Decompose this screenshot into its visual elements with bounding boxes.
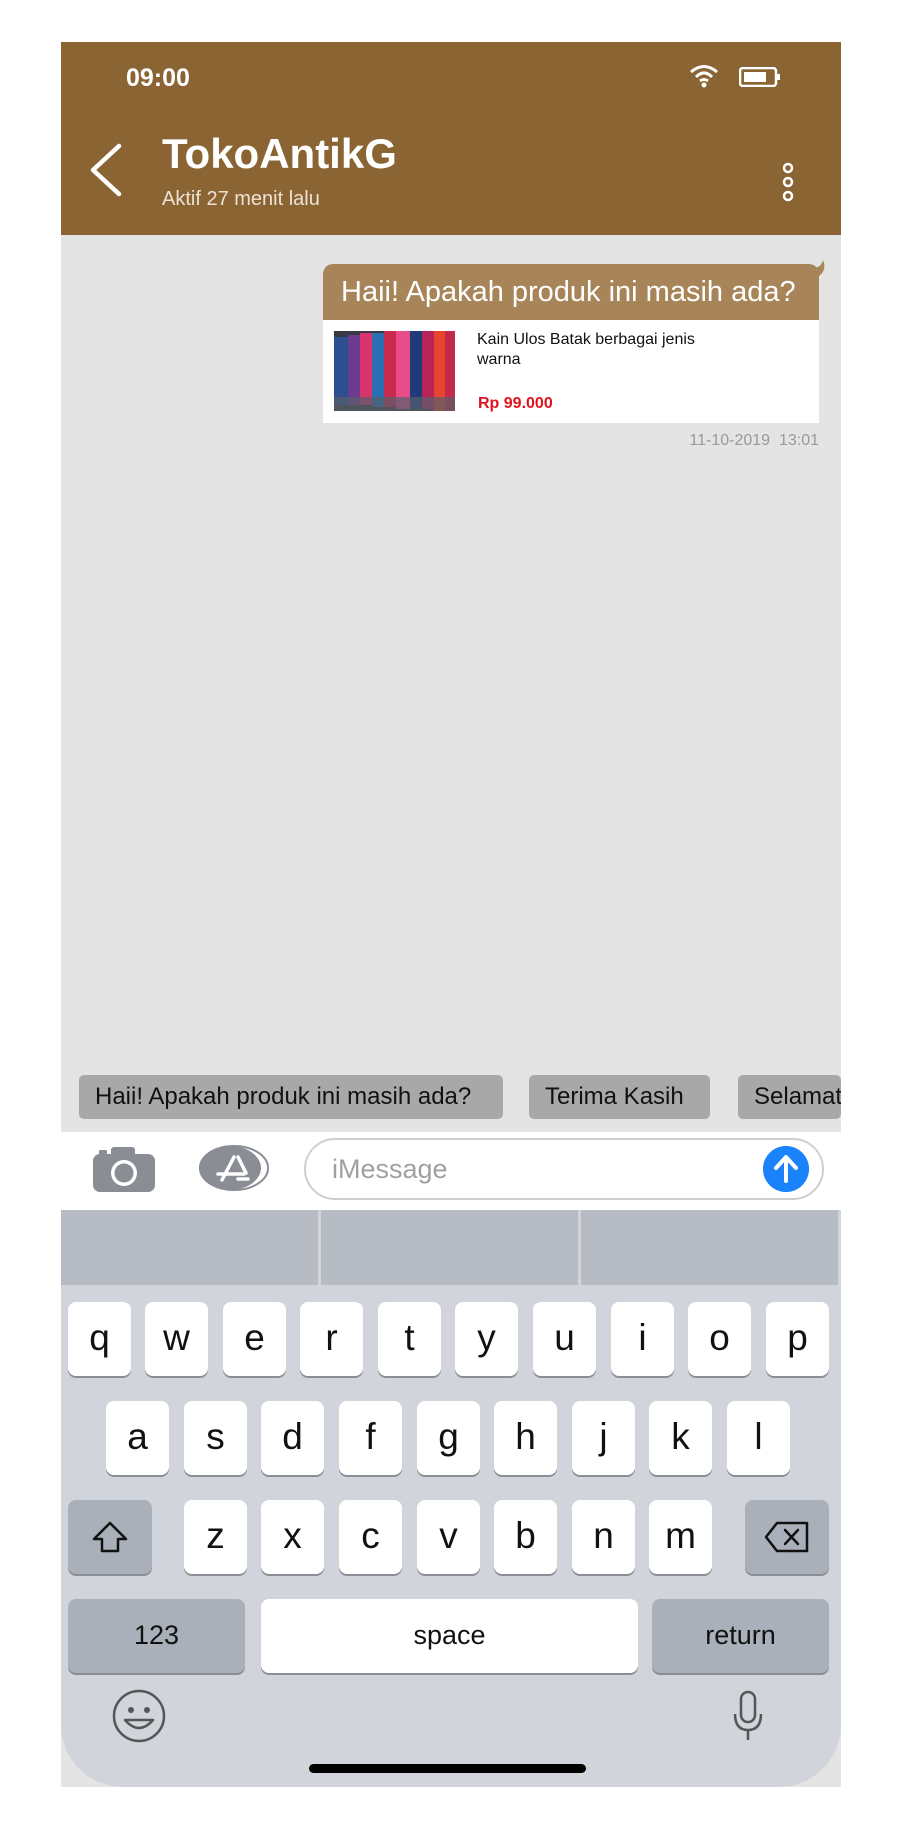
send-icon[interactable] — [763, 1146, 809, 1192]
message-input-bar — [61, 1132, 841, 1210]
chat-subtitle: Aktif 27 menit lalu — [162, 188, 320, 210]
key-p[interactable]: p — [766, 1302, 829, 1376]
return-key[interactable]: return — [652, 1599, 829, 1673]
camera-icon[interactable] — [91, 1144, 157, 1194]
shift-key[interactable] — [68, 1500, 152, 1574]
suggestion-2[interactable] — [321, 1210, 578, 1285]
chat-title: TokoAntikG — [162, 130, 397, 177]
key-b[interactable]: b — [494, 1500, 557, 1574]
space-key[interactable]: space — [261, 1599, 638, 1673]
key-g[interactable]: g — [417, 1401, 480, 1475]
more-icon[interactable] — [777, 162, 799, 206]
home-indicator — [309, 1764, 586, 1773]
key-a[interactable]: a — [106, 1401, 169, 1475]
key-v[interactable]: v — [417, 1500, 480, 1574]
backspace-key[interactable] — [745, 1500, 829, 1574]
wifi-icon — [690, 65, 718, 88]
key-x[interactable]: x — [261, 1500, 324, 1574]
quick-reply-2[interactable]: Terima Kasih — [529, 1075, 710, 1119]
imessage-input[interactable] — [304, 1138, 824, 1200]
key-h[interactable]: h — [494, 1401, 557, 1475]
key-y[interactable]: y — [455, 1302, 518, 1376]
key-k[interactable]: k — [649, 1401, 712, 1475]
key-o[interactable]: o — [688, 1302, 751, 1376]
key-e[interactable]: e — [223, 1302, 286, 1376]
shift-icon — [92, 1521, 128, 1553]
key-l[interactable]: l — [727, 1401, 790, 1475]
key-n[interactable]: n — [572, 1500, 635, 1574]
message-timestamp: 11-10-2019 13:01 — [689, 432, 819, 449]
key-q[interactable]: q — [68, 1302, 131, 1376]
key-u[interactable]: u — [533, 1302, 596, 1376]
chat-header: 09:00 TokoAntikG Aktif 27 menit lalu — [61, 42, 841, 235]
key-t[interactable]: t — [378, 1302, 441, 1376]
quick-reply-3[interactable]: Selamat — [738, 1075, 841, 1119]
back-icon[interactable] — [83, 140, 129, 200]
backspace-icon — [764, 1521, 809, 1553]
product-card[interactable]: Kain Ulos Batak berbagai jenis warna Rp … — [323, 320, 819, 423]
keyboard: q w e r t y u i o p a s d f g h j k l z … — [61, 1210, 841, 1787]
key-f[interactable]: f — [339, 1401, 402, 1475]
product-price: Rp 99.000 — [478, 395, 553, 412]
suggestion-1[interactable] — [61, 1210, 318, 1285]
key-s[interactable]: s — [184, 1401, 247, 1475]
key-m[interactable]: m — [649, 1500, 712, 1574]
status-time: 09:00 — [126, 64, 190, 92]
key-j[interactable]: j — [572, 1401, 635, 1475]
emoji-icon[interactable] — [111, 1688, 167, 1744]
chat-screen: 09:00 TokoAntikG Aktif 27 menit lalu Hai… — [61, 42, 841, 1787]
suggestion-3[interactable] — [581, 1210, 838, 1285]
key-c[interactable]: c — [339, 1500, 402, 1574]
key-r[interactable]: r — [300, 1302, 363, 1376]
bubble-tail — [813, 260, 825, 276]
battery-icon — [739, 67, 780, 87]
numbers-key[interactable]: 123 — [68, 1599, 245, 1673]
quick-reply-1[interactable]: Haii! Apakah produk ini masih ada? — [79, 1075, 503, 1119]
product-image — [334, 331, 455, 411]
key-i[interactable]: i — [611, 1302, 674, 1376]
key-d[interactable]: d — [261, 1401, 324, 1475]
key-w[interactable]: w — [145, 1302, 208, 1376]
key-z[interactable]: z — [184, 1500, 247, 1574]
message-text: Haii! Apakah produk ini masih ada? — [323, 264, 819, 320]
product-name: Kain Ulos Batak berbagai jenis warna — [477, 331, 695, 368]
app-store-icon[interactable] — [198, 1144, 270, 1192]
microphone-icon[interactable] — [731, 1688, 765, 1744]
